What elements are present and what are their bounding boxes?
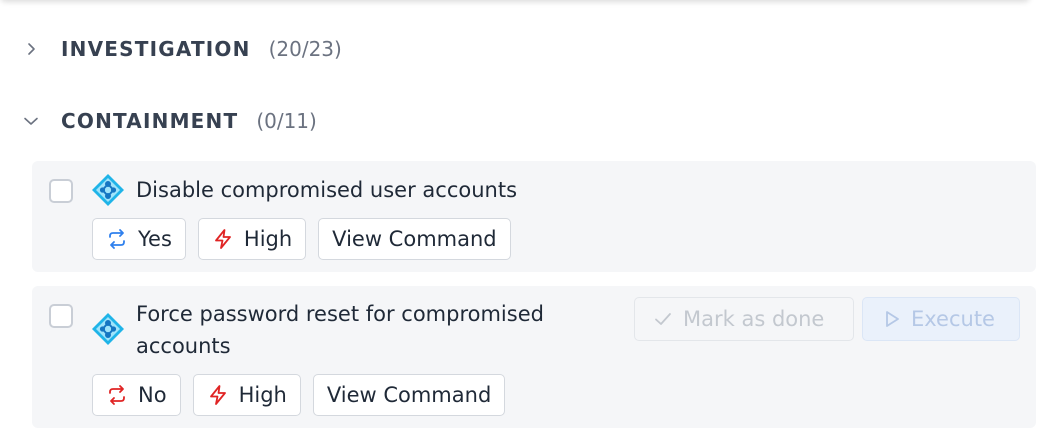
view-command-button[interactable]: View Command: [318, 218, 511, 260]
priority-tag: High: [197, 218, 307, 260]
automation-label: Yes: [138, 227, 172, 251]
task-tags: Yes High View Command: [92, 218, 511, 260]
task-checkbox[interactable]: [49, 304, 73, 328]
chevron-right-icon[interactable]: [20, 38, 42, 60]
automation-tag: Yes: [92, 218, 186, 260]
section-count: (20/23): [268, 37, 342, 61]
view-command-label: View Command: [332, 227, 497, 251]
chevron-down-icon[interactable]: [20, 110, 42, 132]
section-title: CONTAINMENT: [61, 109, 239, 133]
task-checkbox[interactable]: [49, 179, 73, 203]
task-tags: No High View Command: [92, 374, 506, 416]
priority-label: High: [238, 383, 287, 407]
lightning-icon: [215, 229, 231, 249]
task-card: Force password reset for compromised acc…: [32, 286, 1036, 428]
section-count: (0/11): [256, 109, 317, 133]
execute-label: Execute: [911, 307, 995, 331]
view-command-button[interactable]: View Command: [312, 374, 506, 416]
repeat-icon: [109, 385, 125, 405]
task-title: Force password reset for compromised acc…: [136, 302, 544, 358]
priority-label: High: [243, 227, 293, 251]
automation-label: No: [138, 383, 167, 407]
azure-ad-icon: [92, 174, 124, 206]
lightning-icon: [209, 385, 226, 405]
check-icon: [655, 313, 671, 325]
mark-as-done-label: Mark as done: [683, 307, 825, 331]
priority-tag: High: [192, 374, 301, 416]
execute-button[interactable]: Execute: [862, 297, 1020, 341]
view-command-label: View Command: [326, 383, 492, 407]
section-containment-header[interactable]: CONTAINMENT (0/11): [20, 106, 317, 136]
task-title: Disable compromised user accounts: [136, 178, 518, 202]
task-card: Disable compromised user accounts Yes Hi…: [32, 161, 1036, 272]
mark-as-done-button[interactable]: Mark as done: [634, 297, 854, 341]
repeat-icon: [109, 229, 125, 249]
section-title: INVESTIGATION: [61, 37, 251, 61]
azure-ad-icon: [92, 313, 124, 345]
automation-tag: No: [92, 374, 181, 416]
play-icon: [886, 311, 899, 327]
section-investigation-header[interactable]: INVESTIGATION (20/23): [20, 34, 342, 64]
